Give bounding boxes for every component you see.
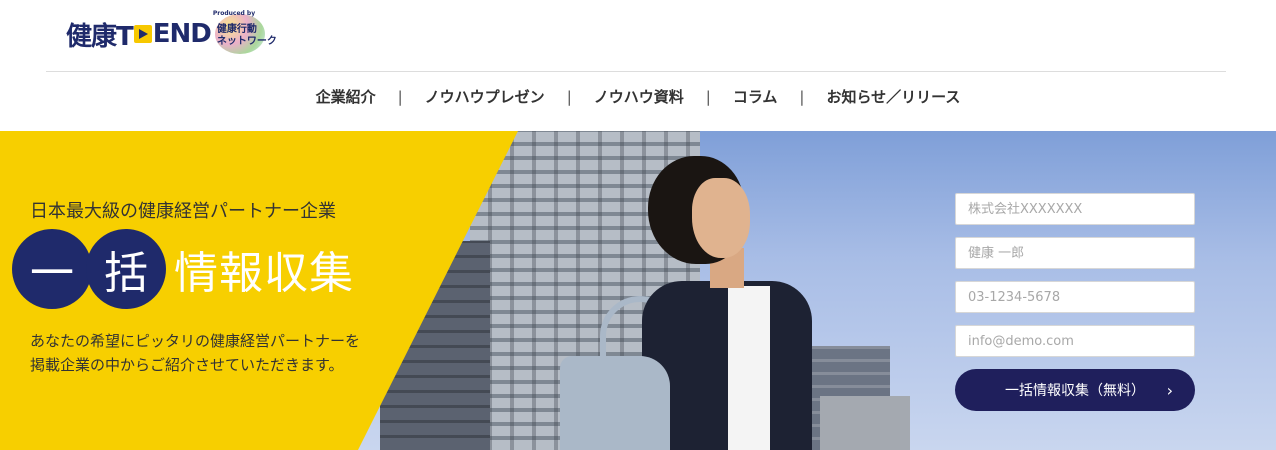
chevron-right-icon: › bbox=[1166, 381, 1173, 400]
headline-circle-1: 一 bbox=[12, 229, 92, 309]
email-field[interactable] bbox=[955, 325, 1195, 357]
headline-circle-2: 括 bbox=[86, 229, 166, 309]
hero-section: 日本最大級の健康経営パートナー企業 一 括 情報収集 あなたの希望にピッタリの健… bbox=[0, 131, 1276, 450]
bulk-inquiry-submit-button[interactable]: 一括情報収集（無料） › bbox=[955, 369, 1195, 411]
inquiry-form: 一括情報収集（無料） › bbox=[955, 193, 1195, 411]
background-building bbox=[820, 396, 910, 450]
nav-item-news[interactable]: お知らせ／リリース bbox=[824, 86, 962, 107]
woman-handbag bbox=[560, 356, 670, 450]
nav-separator: | bbox=[705, 87, 711, 106]
hero-copy: 日本最大級の健康経営パートナー企業 一 括 情報収集 あなたの希望にピッタリの健… bbox=[12, 197, 360, 374]
submit-label: 一括情報収集（無料） bbox=[1005, 383, 1145, 399]
hero-description: あなたの希望にピッタリの健康経営パートナーを 掲載企業の中からご紹介させていただ… bbox=[30, 329, 410, 377]
name-field[interactable] bbox=[955, 237, 1195, 269]
woman-shirt bbox=[728, 286, 770, 450]
logo-arrow-icon bbox=[133, 25, 152, 43]
network-logo: Produced by 健康行動 ネットワーク bbox=[212, 10, 277, 56]
main-nav: 企業紹介 | ノウハウプレゼン | ノウハウ資料 | コラム | お知らせ／リリ… bbox=[0, 86, 1276, 107]
nav-separator: | bbox=[566, 87, 572, 106]
header-divider bbox=[46, 71, 1226, 72]
nav-item-knowhow-materials[interactable]: ノウハウ資料 bbox=[592, 86, 686, 107]
nav-separator: | bbox=[799, 87, 805, 106]
hero-headline: 一 括 情報収集 bbox=[12, 229, 354, 309]
logo-kanji: 健康T bbox=[66, 21, 134, 52]
company-field[interactable] bbox=[955, 193, 1195, 225]
headline-rest: 情報収集 bbox=[174, 248, 354, 299]
nav-item-company[interactable]: 企業紹介 bbox=[314, 86, 378, 107]
phone-field[interactable] bbox=[955, 281, 1195, 313]
nav-item-knowhow-presentation[interactable]: ノウハウプレゼン bbox=[423, 86, 547, 107]
logo-latin: END bbox=[152, 19, 212, 49]
hero-photo-woman bbox=[560, 156, 820, 450]
site-header: 健康T END Produced by 健康行動 ネットワーク 企業紹介 | ノウハ… bbox=[0, 0, 1276, 131]
hero-tagline: 日本最大級の健康経営パートナー企業 bbox=[30, 201, 336, 222]
site-logo[interactable]: 健康T END Produced by 健康行動 ネットワーク bbox=[66, 10, 277, 56]
network-name: 健康行動 ネットワーク bbox=[216, 24, 277, 47]
nav-separator: | bbox=[397, 87, 403, 106]
nav-item-column[interactable]: コラム bbox=[731, 86, 780, 107]
woman-face bbox=[692, 178, 750, 258]
logo-wordmark: 健康T END bbox=[66, 16, 212, 53]
produced-by-label: Produced by bbox=[212, 10, 256, 17]
hero-description-text: あなたの希望にピッタリの健康経営パートナーを 掲載企業の中からご紹介させていただ… bbox=[30, 332, 361, 374]
